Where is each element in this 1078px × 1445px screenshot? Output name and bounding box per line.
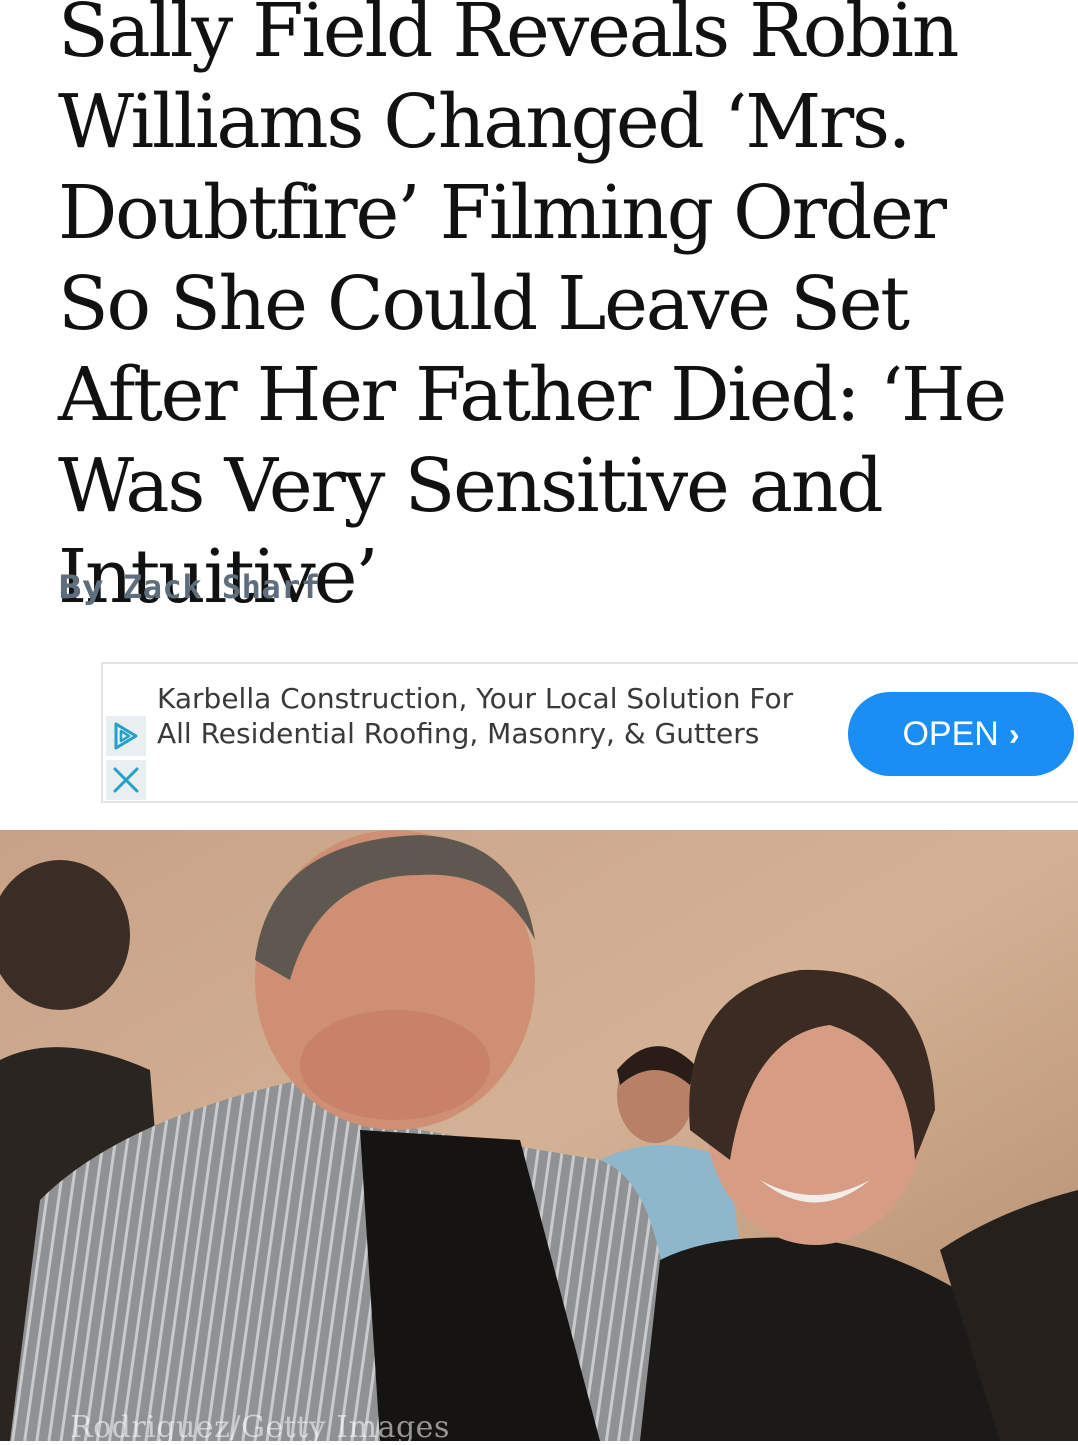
article-headline: Sally Field Reveals Robin Williams Chang… [58,0,1007,620]
ad-text[interactable]: Karbella Construction, Your Local Soluti… [157,681,797,751]
article-photo [0,830,1078,1441]
ad-open-label: OPEN [902,714,999,753]
close-icon[interactable] [106,760,146,800]
adchoices-icon[interactable] [106,716,146,756]
photo-credit: Rodriguez/Getty Images [70,1410,450,1445]
ad-open-button[interactable]: OPEN › [848,692,1074,776]
author-link[interactable]: Zack Sharf [123,568,321,606]
chevron-right-icon: › [1008,715,1020,752]
ad-banner[interactable]: Karbella Construction, Your Local Soluti… [101,662,1078,803]
byline-prefix: By [58,568,104,606]
byline: By Zack Sharf [58,568,321,606]
